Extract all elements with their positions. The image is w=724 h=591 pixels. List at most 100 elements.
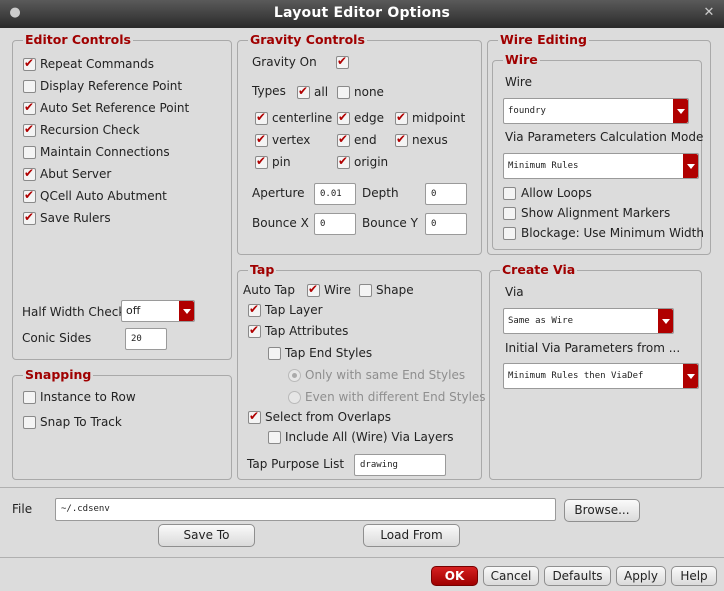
tap-purpose-list-label: Tap Purpose List (247, 457, 345, 471)
close-icon[interactable]: ✕ (700, 4, 718, 22)
title-bar: ● Layout Editor Options ✕ (0, 0, 724, 28)
auto-set-reference-point-label: Auto Set Reference Point (40, 101, 190, 115)
types-none-label: none (354, 85, 384, 99)
abut-server-checkbox[interactable] (23, 166, 36, 181)
chevron-down-icon (683, 154, 698, 178)
same-end-styles-label: Only with same End Styles (305, 368, 466, 382)
types-all-checkbox[interactable] (297, 84, 310, 99)
type-midpoint-checkbox[interactable] (395, 110, 408, 125)
via-label: Via (505, 285, 524, 299)
type-centerline-checkbox[interactable] (255, 110, 268, 125)
qcell-auto-abutment-checkbox[interactable] (23, 188, 36, 203)
same-end-styles-radio[interactable] (288, 369, 301, 382)
gravity-on-label: Gravity On (252, 55, 317, 69)
different-end-styles-label: Even with different End Styles (305, 390, 486, 404)
tap-layer-label: Tap Layer (265, 303, 323, 317)
qcell-auto-abutment-label: QCell Auto Abutment (40, 189, 167, 203)
types-none-checkbox[interactable] (337, 86, 350, 99)
type-edge-label: edge (354, 111, 384, 125)
maintain-connections-checkbox[interactable] (23, 146, 36, 159)
type-edge-checkbox[interactable] (337, 110, 350, 125)
bounce-x-input[interactable]: 0 (314, 213, 356, 235)
types-label: Types (252, 84, 286, 98)
type-origin-checkbox[interactable] (337, 154, 350, 169)
instance-to-row-checkbox[interactable] (23, 391, 36, 404)
half-width-check-value: off (126, 304, 141, 317)
type-pin-label: pin (272, 155, 291, 169)
include-all-via-layers-checkbox[interactable] (268, 431, 281, 444)
show-alignment-markers-label: Show Alignment Markers (521, 206, 671, 220)
type-nexus-label: nexus (412, 133, 448, 147)
ok-button[interactable]: OK (431, 566, 478, 586)
abut-server-label: Abut Server (40, 167, 112, 181)
help-button[interactable]: Help (671, 566, 717, 586)
via-calc-mode-value: Minimum Rules (508, 161, 579, 171)
tap-layer-checkbox[interactable] (248, 302, 261, 317)
depth-label: Depth (362, 186, 399, 200)
via-calc-mode-label: Via Parameters Calculation Mode (505, 130, 704, 144)
snap-to-track-checkbox[interactable] (23, 416, 36, 429)
repeat-commands-checkbox[interactable] (23, 56, 36, 71)
type-end-checkbox[interactable] (337, 132, 350, 147)
select-from-overlaps-checkbox[interactable] (248, 409, 261, 424)
load-from-button[interactable]: Load From (363, 524, 460, 547)
file-label: File (12, 502, 33, 516)
chevron-down-icon (673, 99, 688, 123)
half-width-check-select[interactable]: off (121, 300, 195, 322)
file-path-input[interactable]: ~/.cdsenv (55, 498, 556, 521)
gravity-on-checkbox[interactable] (336, 54, 349, 69)
include-all-via-layers-label: Include All (Wire) Via Layers (285, 430, 454, 444)
gravity-controls-title: Gravity Controls (248, 32, 367, 47)
editor-controls-title: Editor Controls (23, 32, 133, 47)
snapping-title: Snapping (23, 367, 94, 382)
aperture-label: Aperture (252, 186, 305, 200)
save-rulers-checkbox[interactable] (23, 210, 36, 225)
recursion-check-label: Recursion Check (40, 123, 140, 137)
wire-select[interactable]: foundry (503, 98, 689, 124)
bounce-y-input[interactable]: 0 (425, 213, 467, 235)
apply-button[interactable]: Apply (616, 566, 666, 586)
tap-end-styles-checkbox[interactable] (268, 347, 281, 360)
tap-attributes-checkbox[interactable] (248, 323, 261, 338)
types-all-label: all (314, 85, 329, 99)
repeat-commands-label: Repeat Commands (40, 57, 154, 71)
blockage-minimum-width-checkbox[interactable] (503, 227, 516, 240)
show-alignment-markers-checkbox[interactable] (503, 207, 516, 220)
create-via-title: Create Via (500, 262, 578, 277)
chevron-down-icon (658, 309, 673, 333)
blockage-minimum-width-label: Blockage: Use Minimum Width (521, 226, 704, 240)
chevron-down-icon (683, 364, 698, 388)
tap-end-styles-label: Tap End Styles (285, 346, 373, 360)
save-to-button[interactable]: Save To (158, 524, 255, 547)
save-rulers-label: Save Rulers (40, 211, 111, 225)
separator-bottom (0, 557, 724, 558)
separator-top (0, 487, 724, 488)
maintain-connections-label: Maintain Connections (40, 145, 170, 159)
defaults-button[interactable]: Defaults (544, 566, 611, 586)
type-vertex-checkbox[interactable] (255, 132, 268, 147)
aperture-input[interactable]: 0.01 (314, 183, 356, 205)
recursion-check-checkbox[interactable] (23, 122, 36, 137)
browse-button[interactable]: Browse... (564, 499, 640, 522)
tap-title: Tap (248, 262, 277, 277)
different-end-styles-radio[interactable] (288, 391, 301, 404)
window-title: Layout Editor Options (273, 5, 451, 21)
initial-via-params-select[interactable]: Minimum Rules then ViaDef (503, 363, 699, 389)
tap-purpose-list-input[interactable]: drawing (354, 454, 446, 476)
conic-sides-input[interactable]: 20 (125, 328, 167, 350)
depth-input[interactable]: 0 (425, 183, 467, 205)
wire-editing-title: Wire Editing (498, 32, 589, 47)
type-origin-label: origin (354, 155, 389, 169)
auto-tap-wire-checkbox[interactable] (307, 282, 320, 297)
via-select[interactable]: Same as Wire (503, 308, 674, 334)
cancel-button[interactable]: Cancel (483, 566, 539, 586)
tap-attributes-label: Tap Attributes (265, 324, 349, 338)
auto-set-reference-point-checkbox[interactable] (23, 100, 36, 115)
wire-select-value: foundry (508, 106, 546, 116)
display-reference-point-checkbox[interactable] (23, 80, 36, 93)
type-nexus-checkbox[interactable] (395, 132, 408, 147)
auto-tap-shape-checkbox[interactable] (359, 284, 372, 297)
allow-loops-checkbox[interactable] (503, 187, 516, 200)
type-pin-checkbox[interactable] (255, 154, 268, 169)
via-calc-mode-select[interactable]: Minimum Rules (503, 153, 699, 179)
